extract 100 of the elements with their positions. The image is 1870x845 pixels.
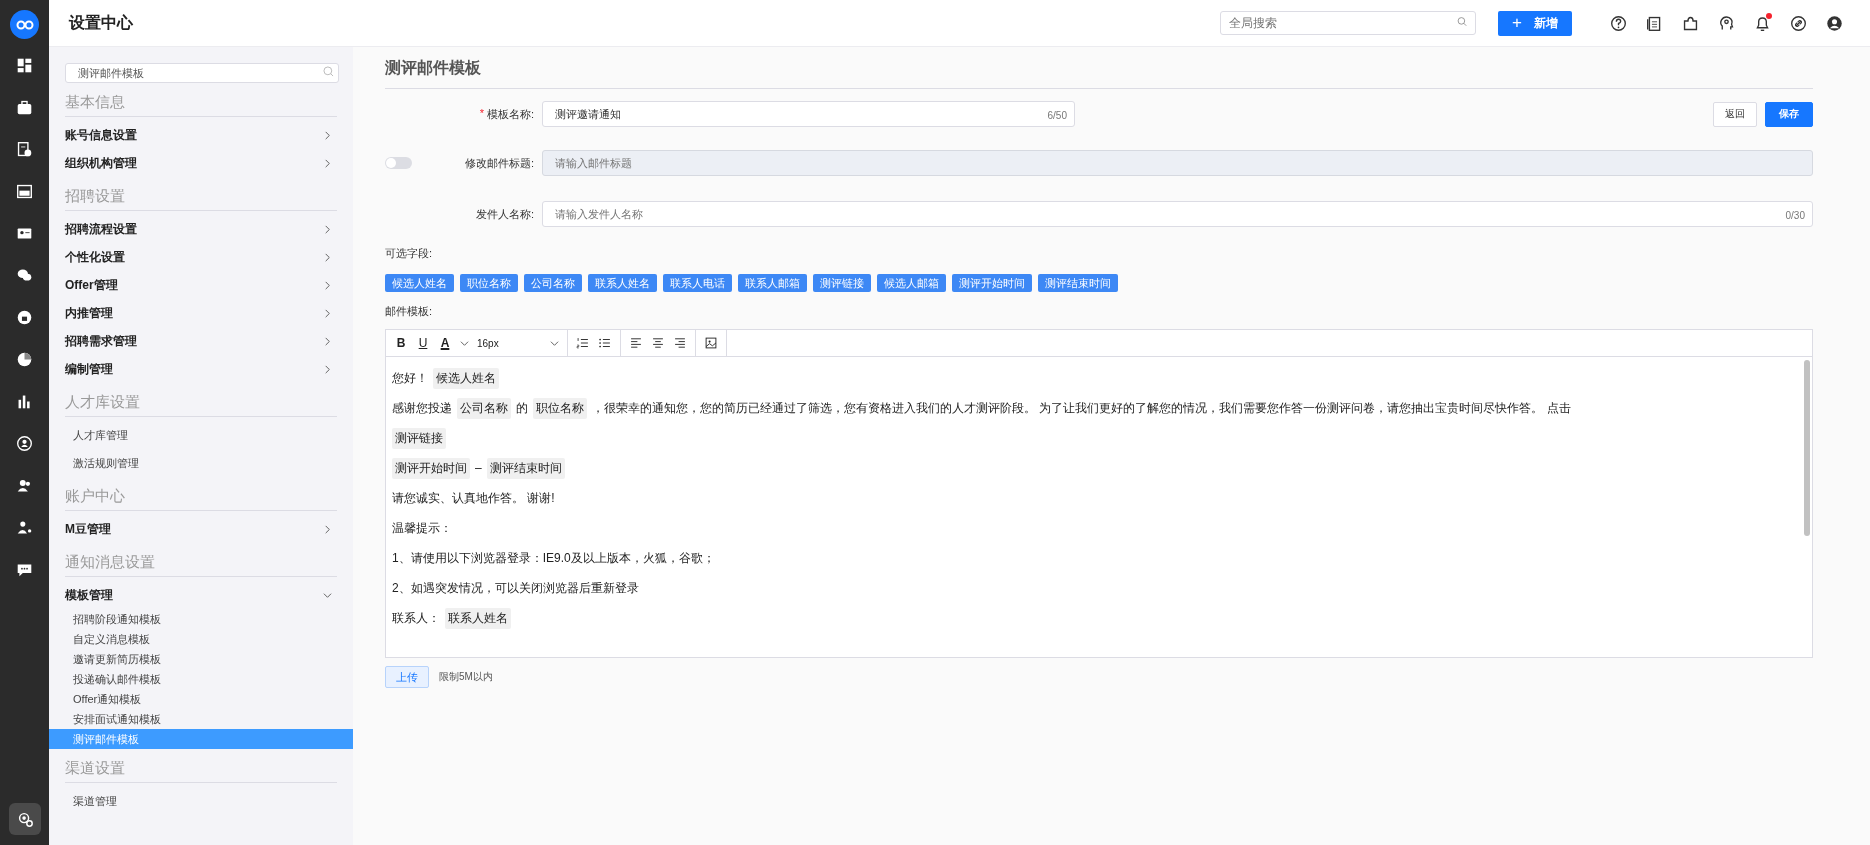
chevron-right-icon [323,364,332,374]
scrollbar-thumb[interactable] [1803,360,1810,536]
field-label: 模板名称: [486,106,534,122]
menu-item[interactable]: M豆管理 [49,515,353,543]
logo-icon[interactable] [10,10,39,39]
chevron-right-icon [323,158,332,168]
underline-button[interactable]: U [416,334,430,352]
field-label: 修改邮件标题: [464,155,535,171]
search-icon [1456,15,1468,28]
submenu-item[interactable]: 激活规则管理 [49,449,353,477]
link-button[interactable] [1790,14,1807,32]
chevron-down-icon [323,590,332,600]
font-size-dropdown[interactable]: 16px [477,337,559,349]
app-title: 设置中心 [67,12,134,33]
chevron-right-icon [323,524,332,534]
field-placeholder: 职位名称 [533,397,587,419]
new-button[interactable]: + 新增 [1498,10,1572,36]
body-text: – [475,461,482,475]
bullet-list-icon [598,336,612,350]
section-heading: 人才库设置 [65,385,337,417]
submenu-item[interactable]: 渠道管理 [49,787,353,815]
image-icon [704,336,718,350]
link-icon [1790,14,1807,32]
submenu-item[interactable]: Offer通知模板 [49,689,353,709]
submenu-item[interactable]: 邀请更新简历模板 [49,649,353,669]
menu-item[interactable]: 编制管理 [49,355,353,383]
body-text: 温馨提示： [392,519,452,537]
menu-item[interactable]: Offer管理 [49,271,353,299]
page-title: 测评邮件模板 [385,47,1813,89]
save-button[interactable]: 保存 [1765,101,1813,127]
upload-hint: 限制5M以内 [439,670,493,684]
submenu-item[interactable]: 安排面试通知模板 [49,709,353,729]
body-text: ，很荣幸的通知您，您的简历已经通过了筛选，您有资格进入我们的人才测评阶段。 为了让我们更好的了解您的情况，我们需要您作答一份测评问卷，请您抽出宝贵时间尽快作答。 点击 [592,399,1571,417]
briefcase-icon [16,98,33,116]
font-color-button[interactable]: A [438,334,452,352]
field-placeholder: 候选人姓名 [433,367,499,389]
menu-search-field[interactable]: 测评邮件模板 [65,63,339,83]
caret-icon [550,338,559,348]
align-center-icon [651,336,665,350]
help-button[interactable] [1610,14,1627,32]
submenu-item[interactable]: 投递确认邮件模板 [49,669,353,689]
head-button[interactable] [1718,14,1735,32]
puzzle-icon [1682,14,1699,32]
field-placeholder: 联系人姓名 [445,607,511,629]
image-button[interactable] [704,334,718,352]
menu-item[interactable]: 组织机构管理 [49,149,353,177]
bold-button[interactable]: B [394,334,408,352]
bell-button[interactable] [1754,14,1771,32]
character-counter: 0/30 [1785,209,1805,221]
back-button[interactable]: 返回 [1713,101,1757,127]
menu-item[interactable]: 招聘流程设置 [49,215,353,243]
chevron-right-icon [323,336,332,346]
calendar-icon [16,182,33,200]
section-label: 可选字段: [385,246,434,261]
menu-item[interactable]: 模板管理 [49,581,353,609]
field-label: 发件人名称: [474,206,535,222]
numbered-list-icon [576,336,590,350]
align-left-icon [629,336,643,350]
character-counter: 6/50 [1047,109,1067,121]
settings-nav-button[interactable] [8,803,41,835]
menu-item[interactable]: 招聘需求管理 [49,327,353,355]
submenu-item[interactable]: 自定义消息模板 [49,629,353,649]
caret-icon [460,338,469,348]
section-heading: 账户中心 [65,479,337,511]
upload-button[interactable]: 上传 [385,666,429,688]
thumbs-up-icon [16,308,33,326]
user-avatar-button[interactable] [1826,14,1843,32]
document-icon [1646,14,1663,32]
bell-icon [1754,14,1771,32]
puzzle-button[interactable] [1682,14,1699,32]
chevron-right-icon [323,308,332,318]
chevron-right-icon [323,224,332,234]
body-text: 的 [516,399,528,417]
chevron-right-icon [323,130,332,140]
global-search-field[interactable]: 全局搜索 [1220,11,1476,35]
submenu-item[interactable]: 人才库管理 [49,421,353,449]
document-person-icon [16,140,33,158]
field-placeholder: 测评开始时间 [392,457,470,479]
submenu-item[interactable]: 招聘阶段通知模板 [49,609,353,629]
chevron-right-icon [323,280,332,290]
section-heading: 基本信息 [65,85,337,117]
body-text: 感谢您投递 [392,399,452,417]
body-text: 1、请使用以下浏览器登录：IE9.0及以上版本，火狐，谷歌； [392,549,715,567]
document-button[interactable] [1646,14,1663,32]
help-icon [1610,14,1627,32]
field-placeholder: 公司名称 [457,397,511,419]
pie-chart-icon [16,350,33,368]
menu-item[interactable]: 个性化设置 [49,243,353,271]
person-circle-icon [16,434,33,452]
section-label: 邮件模板: [385,304,434,319]
field-placeholder: 测评结束时间 [486,457,565,479]
dashboard-icon [16,56,33,74]
chevron-right-icon [323,252,332,262]
body-text: 联系人： [392,609,440,627]
menu-item[interactable]: 账号信息设置 [49,121,353,149]
body-text: 2、如遇突发情况，可以关闭浏览器后重新登录 [392,579,639,597]
menu-item[interactable]: 内推管理 [49,299,353,327]
required-mark: * [479,106,484,121]
user-avatar-icon [1826,14,1843,32]
search-icon [322,65,335,78]
